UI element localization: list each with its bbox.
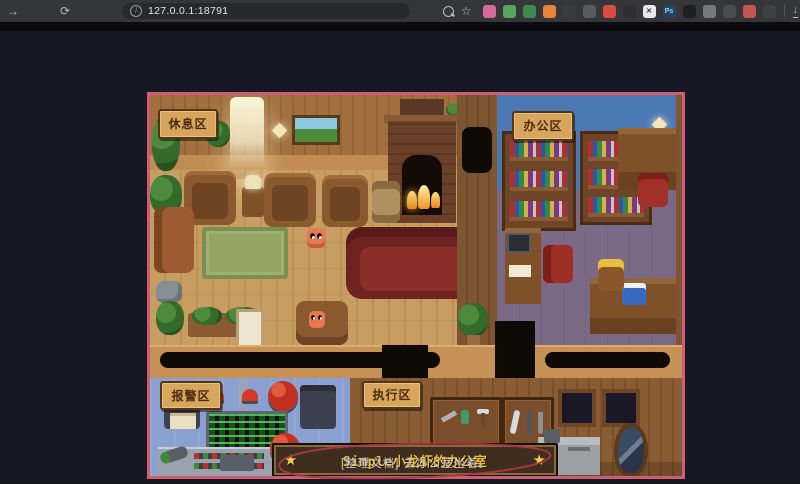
sign-rest-area: 休息区 (158, 109, 218, 139)
extension-dark-logo[interactable] (623, 5, 636, 18)
flame-icon (431, 192, 440, 208)
extension-dark-lock[interactable] (563, 5, 576, 18)
wall-nook (462, 127, 492, 173)
zoom-icon[interactable] (443, 6, 454, 17)
extension-red[interactable] (603, 5, 616, 18)
extension-gray-circle[interactable] (703, 5, 716, 18)
dark-window (558, 389, 596, 427)
wall-shadow (545, 352, 670, 368)
yellow-chair[interactable] (598, 259, 624, 291)
game-map[interactable]: 休息区 办公区 报警区 执行区 ★ Simple小龙虾的办公室 ★ (147, 92, 685, 479)
extension-dark-circle[interactable] (683, 5, 696, 18)
paper (509, 265, 531, 277)
forward-button[interactable]: → (4, 0, 22, 22)
doorway-down[interactable] (495, 321, 535, 378)
right-wall-strip (676, 95, 682, 347)
computer-monitor (507, 233, 531, 253)
extension-photoshop[interactable]: Ps (663, 5, 676, 18)
task-caption: [整理文档] 去办公室坐着。 (16, 455, 800, 471)
red-chair[interactable] (543, 245, 573, 283)
alarm-bell[interactable] (268, 381, 298, 411)
armchair[interactable] (322, 175, 368, 227)
extensions-row: ✕ Ps (483, 5, 776, 18)
browser-toolbar: → ⟳ i 127.0.0.1:18791 ☆ ✕ Ps ↓ (0, 0, 800, 22)
flame-icon (407, 191, 417, 209)
keg (372, 181, 400, 223)
siren-icon (242, 389, 258, 401)
sign-execution-area: 执行区 (362, 381, 422, 409)
url-text: 127.0.0.1:18791 (148, 5, 228, 17)
sign-alarm-area: 报警区 (160, 381, 222, 410)
extension-white-x[interactable]: ✕ (643, 5, 656, 18)
machine-cabinet (300, 385, 336, 429)
window-light (230, 97, 264, 179)
extension-red-puzzle[interactable] (743, 5, 756, 18)
page-background: 休息区 办公区 报警区 执行区 ★ Simple小龙虾的办公室 ★ [整理文档]… (0, 31, 800, 483)
address-bar[interactable]: i 127.0.0.1:18791 (122, 3, 410, 19)
planter-greens (192, 307, 222, 325)
extension-green-shield[interactable] (523, 5, 536, 18)
site-info-icon[interactable]: i (130, 5, 142, 17)
white-door[interactable] (236, 309, 264, 349)
extension-sync[interactable] (763, 5, 776, 18)
extension-copy[interactable] (723, 5, 736, 18)
toolbar-shadow (0, 22, 800, 31)
bookmark-star-icon[interactable]: ☆ (461, 4, 472, 18)
toolbar-divider (784, 5, 785, 17)
typewriter (622, 283, 646, 305)
label-card (170, 413, 196, 429)
crayfish-character-sitting[interactable] (309, 311, 325, 328)
potted-tree (458, 303, 488, 337)
armchair[interactable] (264, 173, 316, 227)
extension-green-flag[interactable] (503, 5, 516, 18)
extension-pink[interactable] (483, 5, 496, 18)
table-lamp (245, 175, 261, 189)
flame-icon (418, 185, 430, 209)
corner-plant (156, 301, 184, 335)
extension-orange[interactable] (543, 5, 556, 18)
mountain-painting (292, 115, 340, 145)
crayfish-character[interactable] (307, 228, 325, 248)
sign-office-area: 办公区 (512, 111, 574, 141)
red-chair[interactable] (638, 173, 668, 207)
stone (156, 281, 182, 303)
bookshelf[interactable] (502, 131, 576, 231)
refresh-button[interactable]: ⟳ (56, 0, 74, 22)
dark-window (602, 389, 640, 427)
green-rug (202, 227, 288, 279)
doorway-down[interactable] (382, 345, 428, 378)
sofa[interactable] (154, 207, 194, 273)
download-icon[interactable]: ↓ (793, 5, 799, 18)
side-table (242, 187, 264, 217)
extension-camera[interactable] (583, 5, 596, 18)
